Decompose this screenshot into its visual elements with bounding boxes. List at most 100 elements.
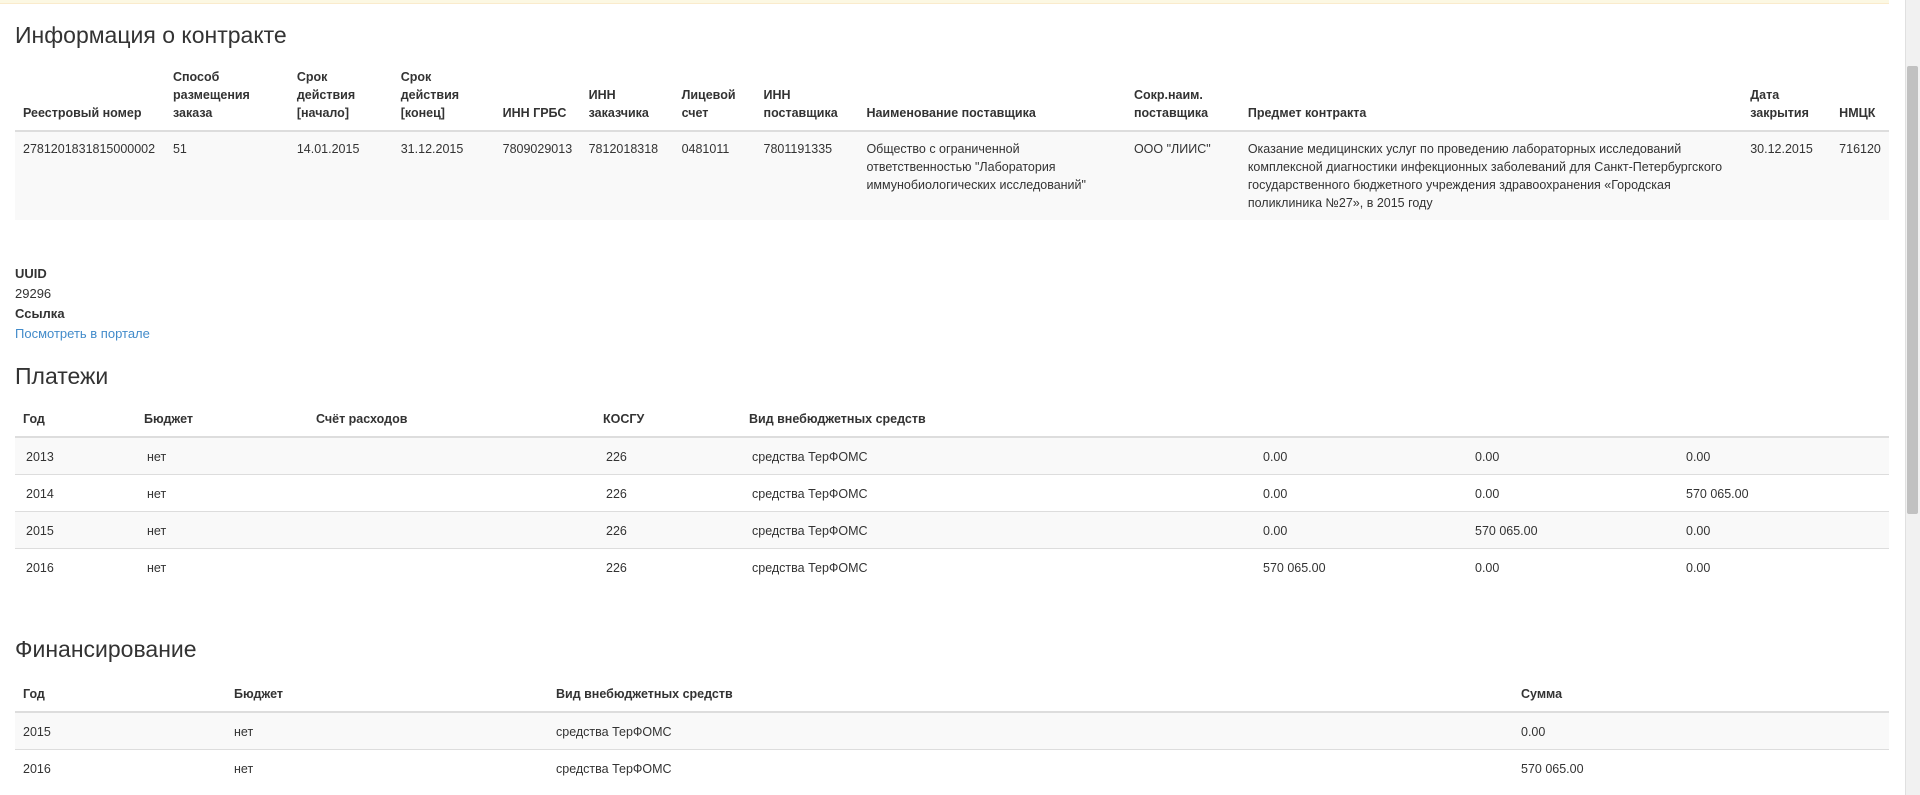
- cell: [308, 436, 595, 475]
- col-inn-customer: ИНН заказчика: [580, 62, 674, 132]
- contract-header-row: Реестровый номер Способ размещения заказ…: [15, 62, 1889, 132]
- cell: 226: [595, 511, 741, 549]
- col-expense-account: Счёт расходов: [308, 404, 595, 438]
- col-sum: Сумма: [1513, 679, 1889, 713]
- cell: 0.00: [1464, 474, 1675, 512]
- table-row: 2014 нет 226 средства ТерФОМС 0.00 0.00 …: [15, 474, 1889, 512]
- col-account: Лицевой счет: [673, 62, 756, 132]
- cell: [308, 474, 595, 512]
- financing-table: Год Бюджет Вид внебюджетных средств Сумм…: [15, 679, 1889, 786]
- portal-link[interactable]: Посмотреть в портале: [15, 326, 150, 341]
- col-registry-number: Реестровый номер: [15, 62, 165, 132]
- cell: 0.00: [1675, 511, 1889, 549]
- cell: 30.12.2015: [1742, 130, 1832, 220]
- cell: 7801191335: [755, 130, 859, 220]
- col-inn-supplier: ИНН поставщика: [755, 62, 859, 132]
- contract-section-title: Информация о контракте: [15, 22, 287, 48]
- cell: 2014: [15, 474, 136, 512]
- cell: средства ТерФОМС: [741, 511, 1252, 549]
- col-end-date: Срок действия [конец]: [392, 62, 495, 132]
- alert-strip: [0, 0, 1889, 4]
- cell: 226: [595, 436, 741, 475]
- payments-header-row: Год Бюджет Счёт расходов КОСГУ Вид внебю…: [15, 404, 1889, 438]
- cell: нет: [136, 474, 308, 512]
- link-label: Ссылка: [15, 306, 65, 321]
- col-inn-grbs: ИНН ГРБС: [494, 62, 581, 132]
- cell: 2015: [15, 711, 226, 750]
- col-year: Год: [15, 404, 136, 438]
- col-close-date: Дата закрытия: [1742, 62, 1832, 132]
- uuid-label: UUID: [15, 266, 47, 281]
- cell: средства ТерФОМС: [548, 749, 1513, 786]
- cell: 2016: [15, 548, 136, 585]
- table-row: 2781201831815000002 51 14.01.2015 31.12.…: [15, 130, 1889, 220]
- table-row: 2016 нет 226 средства ТерФОМС 570 065.00…: [15, 548, 1889, 585]
- col-amount-3: [1675, 404, 1889, 438]
- col-year: Год: [15, 679, 226, 713]
- cell: средства ТерФОМС: [741, 474, 1252, 512]
- cell: 2016: [15, 749, 226, 786]
- col-placement-method: Способ размещения заказа: [164, 62, 289, 132]
- col-supplier-short: Сокр.наим. поставщика: [1125, 62, 1240, 132]
- cell: 0.00: [1252, 474, 1464, 512]
- cell: 226: [595, 474, 741, 512]
- col-kosgu: КОСГУ: [595, 404, 741, 438]
- cell: средства ТерФОМС: [741, 548, 1252, 585]
- cell: 570 065.00: [1252, 548, 1464, 585]
- col-amount-2: [1464, 404, 1675, 438]
- cell: нет: [136, 511, 308, 549]
- cell: 0.00: [1675, 436, 1889, 475]
- col-nmck: НМЦК: [1831, 62, 1889, 132]
- cell: нет: [136, 436, 308, 475]
- contract-table: Реестровый номер Способ размещения заказ…: [15, 62, 1889, 220]
- table-row: 2016 нет средства ТерФОМС 570 065.00: [15, 749, 1889, 786]
- payments-section-title: Платежи: [15, 363, 109, 389]
- cell: нет: [226, 711, 548, 750]
- cell: нет: [226, 749, 548, 786]
- cell: 51: [164, 130, 289, 220]
- cell: 7809029013: [494, 130, 581, 220]
- payments-table: Год Бюджет Счёт расходов КОСГУ Вид внебю…: [15, 404, 1889, 585]
- cell: 2015: [15, 511, 136, 549]
- col-offbudget-type: Вид внебюджетных средств: [741, 404, 1252, 438]
- cell: 570 065.00: [1513, 749, 1889, 786]
- financing-section-title: Финансирование: [15, 636, 197, 662]
- cell: 0.00: [1464, 436, 1675, 475]
- cell: 0.00: [1513, 711, 1889, 750]
- cell: 2013: [15, 436, 136, 475]
- cell: [308, 511, 595, 549]
- table-row: 2015 нет 226 средства ТерФОМС 0.00 570 0…: [15, 511, 1889, 549]
- scrollbar-thumb[interactable]: [1907, 66, 1918, 514]
- cell: 0.00: [1252, 436, 1464, 475]
- col-budget: Бюджет: [226, 679, 548, 713]
- uuid-value: 29296: [15, 286, 52, 301]
- cell: 570 065.00: [1464, 511, 1675, 549]
- col-budget: Бюджет: [136, 404, 308, 438]
- financing-header-row: Год Бюджет Вид внебюджетных средств Сумм…: [15, 679, 1889, 713]
- col-subject: Предмет контракта: [1239, 62, 1743, 132]
- cell: [308, 548, 595, 585]
- cell: 2781201831815000002: [15, 130, 165, 220]
- cell: 226: [595, 548, 741, 585]
- col-supplier-name: Наименование поставщика: [858, 62, 1126, 132]
- cell: средства ТерФОМС: [741, 436, 1252, 475]
- col-amount-1: [1252, 404, 1464, 438]
- contract-meta: UUID 29296 Ссылка Посмотреть в портале: [15, 264, 150, 344]
- cell: Общество с ограниченной ответственностью…: [858, 130, 1126, 220]
- cell: 0.00: [1464, 548, 1675, 585]
- cell: 716120: [1831, 130, 1889, 220]
- cell: средства ТерФОМС: [548, 711, 1513, 750]
- cell: 7812018318: [580, 130, 674, 220]
- cell: 14.01.2015: [288, 130, 393, 220]
- cell: Оказание медицинских услуг по проведению…: [1239, 130, 1743, 220]
- cell: 0481011: [673, 130, 756, 220]
- cell: 31.12.2015: [392, 130, 495, 220]
- col-offbudget-type: Вид внебюджетных средств: [548, 679, 1513, 713]
- cell: 0.00: [1675, 548, 1889, 585]
- cell: 0.00: [1252, 511, 1464, 549]
- col-start-date: Срок действия [начало]: [288, 62, 393, 132]
- table-row: 2013 нет 226 средства ТерФОМС 0.00 0.00 …: [15, 436, 1889, 475]
- cell: ООО "ЛИИС": [1125, 130, 1240, 220]
- cell: 570 065.00: [1675, 474, 1889, 512]
- table-row: 2015 нет средства ТерФОМС 0.00: [15, 711, 1889, 750]
